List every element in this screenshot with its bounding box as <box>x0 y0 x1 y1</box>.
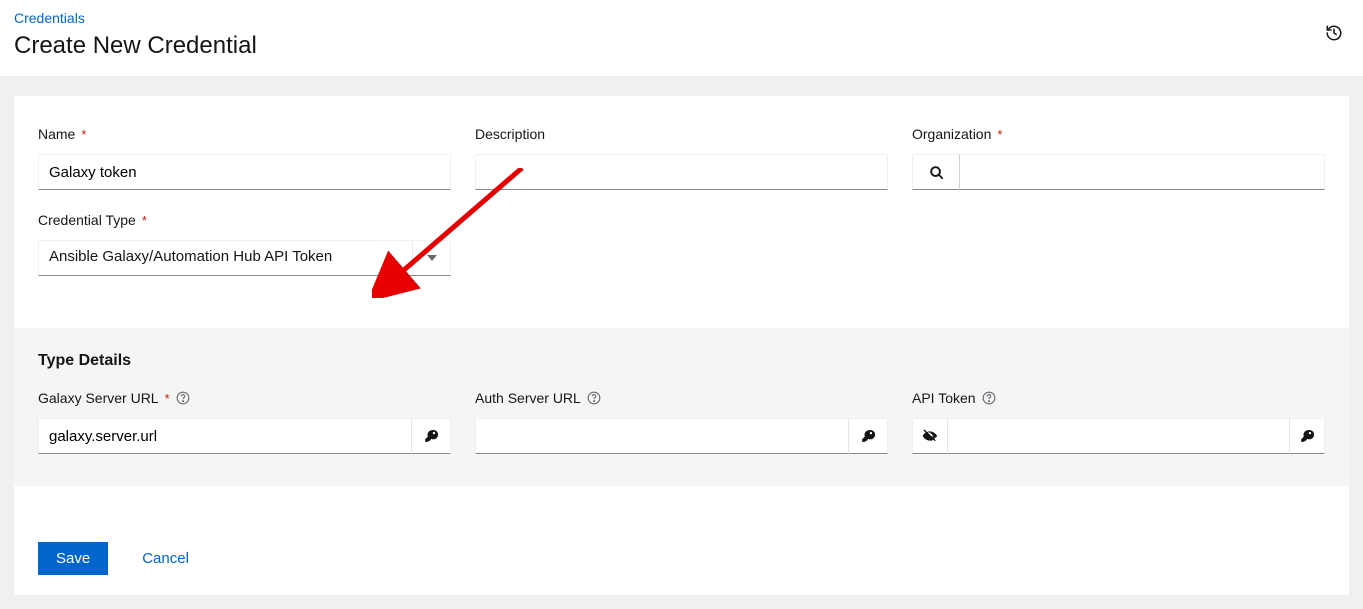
label-organization: Organization <box>912 126 991 142</box>
page-title: Create New Credential <box>14 32 1349 60</box>
key-icon-button[interactable] <box>411 418 451 454</box>
required-indicator: * <box>81 127 86 142</box>
field-api-token: API Token <box>912 390 1325 454</box>
label-name: Name <box>38 126 75 142</box>
help-icon[interactable] <box>982 391 996 405</box>
field-credential-type: Credential Type * Ansible Galaxy/Automat… <box>38 212 451 276</box>
search-icon <box>929 165 944 180</box>
caret-down-icon <box>412 241 450 275</box>
required-indicator: * <box>165 391 170 406</box>
credential-type-value: Ansible Galaxy/Automation Hub API Token <box>39 241 412 275</box>
breadcrumb-credentials[interactable]: Credentials <box>14 10 85 26</box>
history-icon[interactable] <box>1325 24 1343 45</box>
visibility-toggle-button[interactable] <box>912 418 948 454</box>
label-description: Description <box>475 126 545 142</box>
key-icon-button[interactable] <box>848 418 888 454</box>
label-api-token: API Token <box>912 390 976 406</box>
field-organization: Organization * <box>912 126 1325 190</box>
organization-input[interactable] <box>960 154 1325 190</box>
name-input[interactable] <box>38 154 451 190</box>
auth-url-input[interactable] <box>475 418 848 454</box>
required-indicator: * <box>997 127 1002 142</box>
key-icon <box>424 429 438 443</box>
field-name: Name * <box>38 126 451 190</box>
cancel-button[interactable]: Cancel <box>142 550 189 567</box>
label-galaxy-url: Galaxy Server URL <box>38 390 159 406</box>
form-main-section: Name * Description Organization * <box>14 96 1349 328</box>
label-auth-url: Auth Server URL <box>475 390 581 406</box>
api-token-input[interactable] <box>948 418 1289 454</box>
help-icon[interactable] <box>587 391 601 405</box>
description-input[interactable] <box>475 154 888 190</box>
field-auth-url: Auth Server URL <box>475 390 888 454</box>
key-icon <box>1300 429 1314 443</box>
organization-lookup-button[interactable] <box>912 154 960 190</box>
form-actions: Save Cancel <box>14 486 1349 595</box>
field-description: Description <box>475 126 888 190</box>
galaxy-url-input[interactable] <box>38 418 411 454</box>
help-icon[interactable] <box>176 391 190 405</box>
credential-type-select[interactable]: Ansible Galaxy/Automation Hub API Token <box>38 240 451 276</box>
eye-slash-icon <box>922 428 938 444</box>
key-icon <box>861 429 875 443</box>
form-card: Name * Description Organization * <box>14 96 1349 595</box>
type-details-section: Type Details Galaxy Server URL * <box>14 328 1349 486</box>
label-credential-type: Credential Type <box>38 212 136 228</box>
field-galaxy-url: Galaxy Server URL * <box>38 390 451 454</box>
save-button[interactable]: Save <box>38 542 108 575</box>
key-icon-button[interactable] <box>1289 418 1325 454</box>
type-details-heading: Type Details <box>38 352 1325 370</box>
page-header: Credentials Create New Credential <box>0 0 1363 76</box>
content-wrap: Name * Description Organization * <box>0 76 1363 609</box>
required-indicator: * <box>142 213 147 228</box>
